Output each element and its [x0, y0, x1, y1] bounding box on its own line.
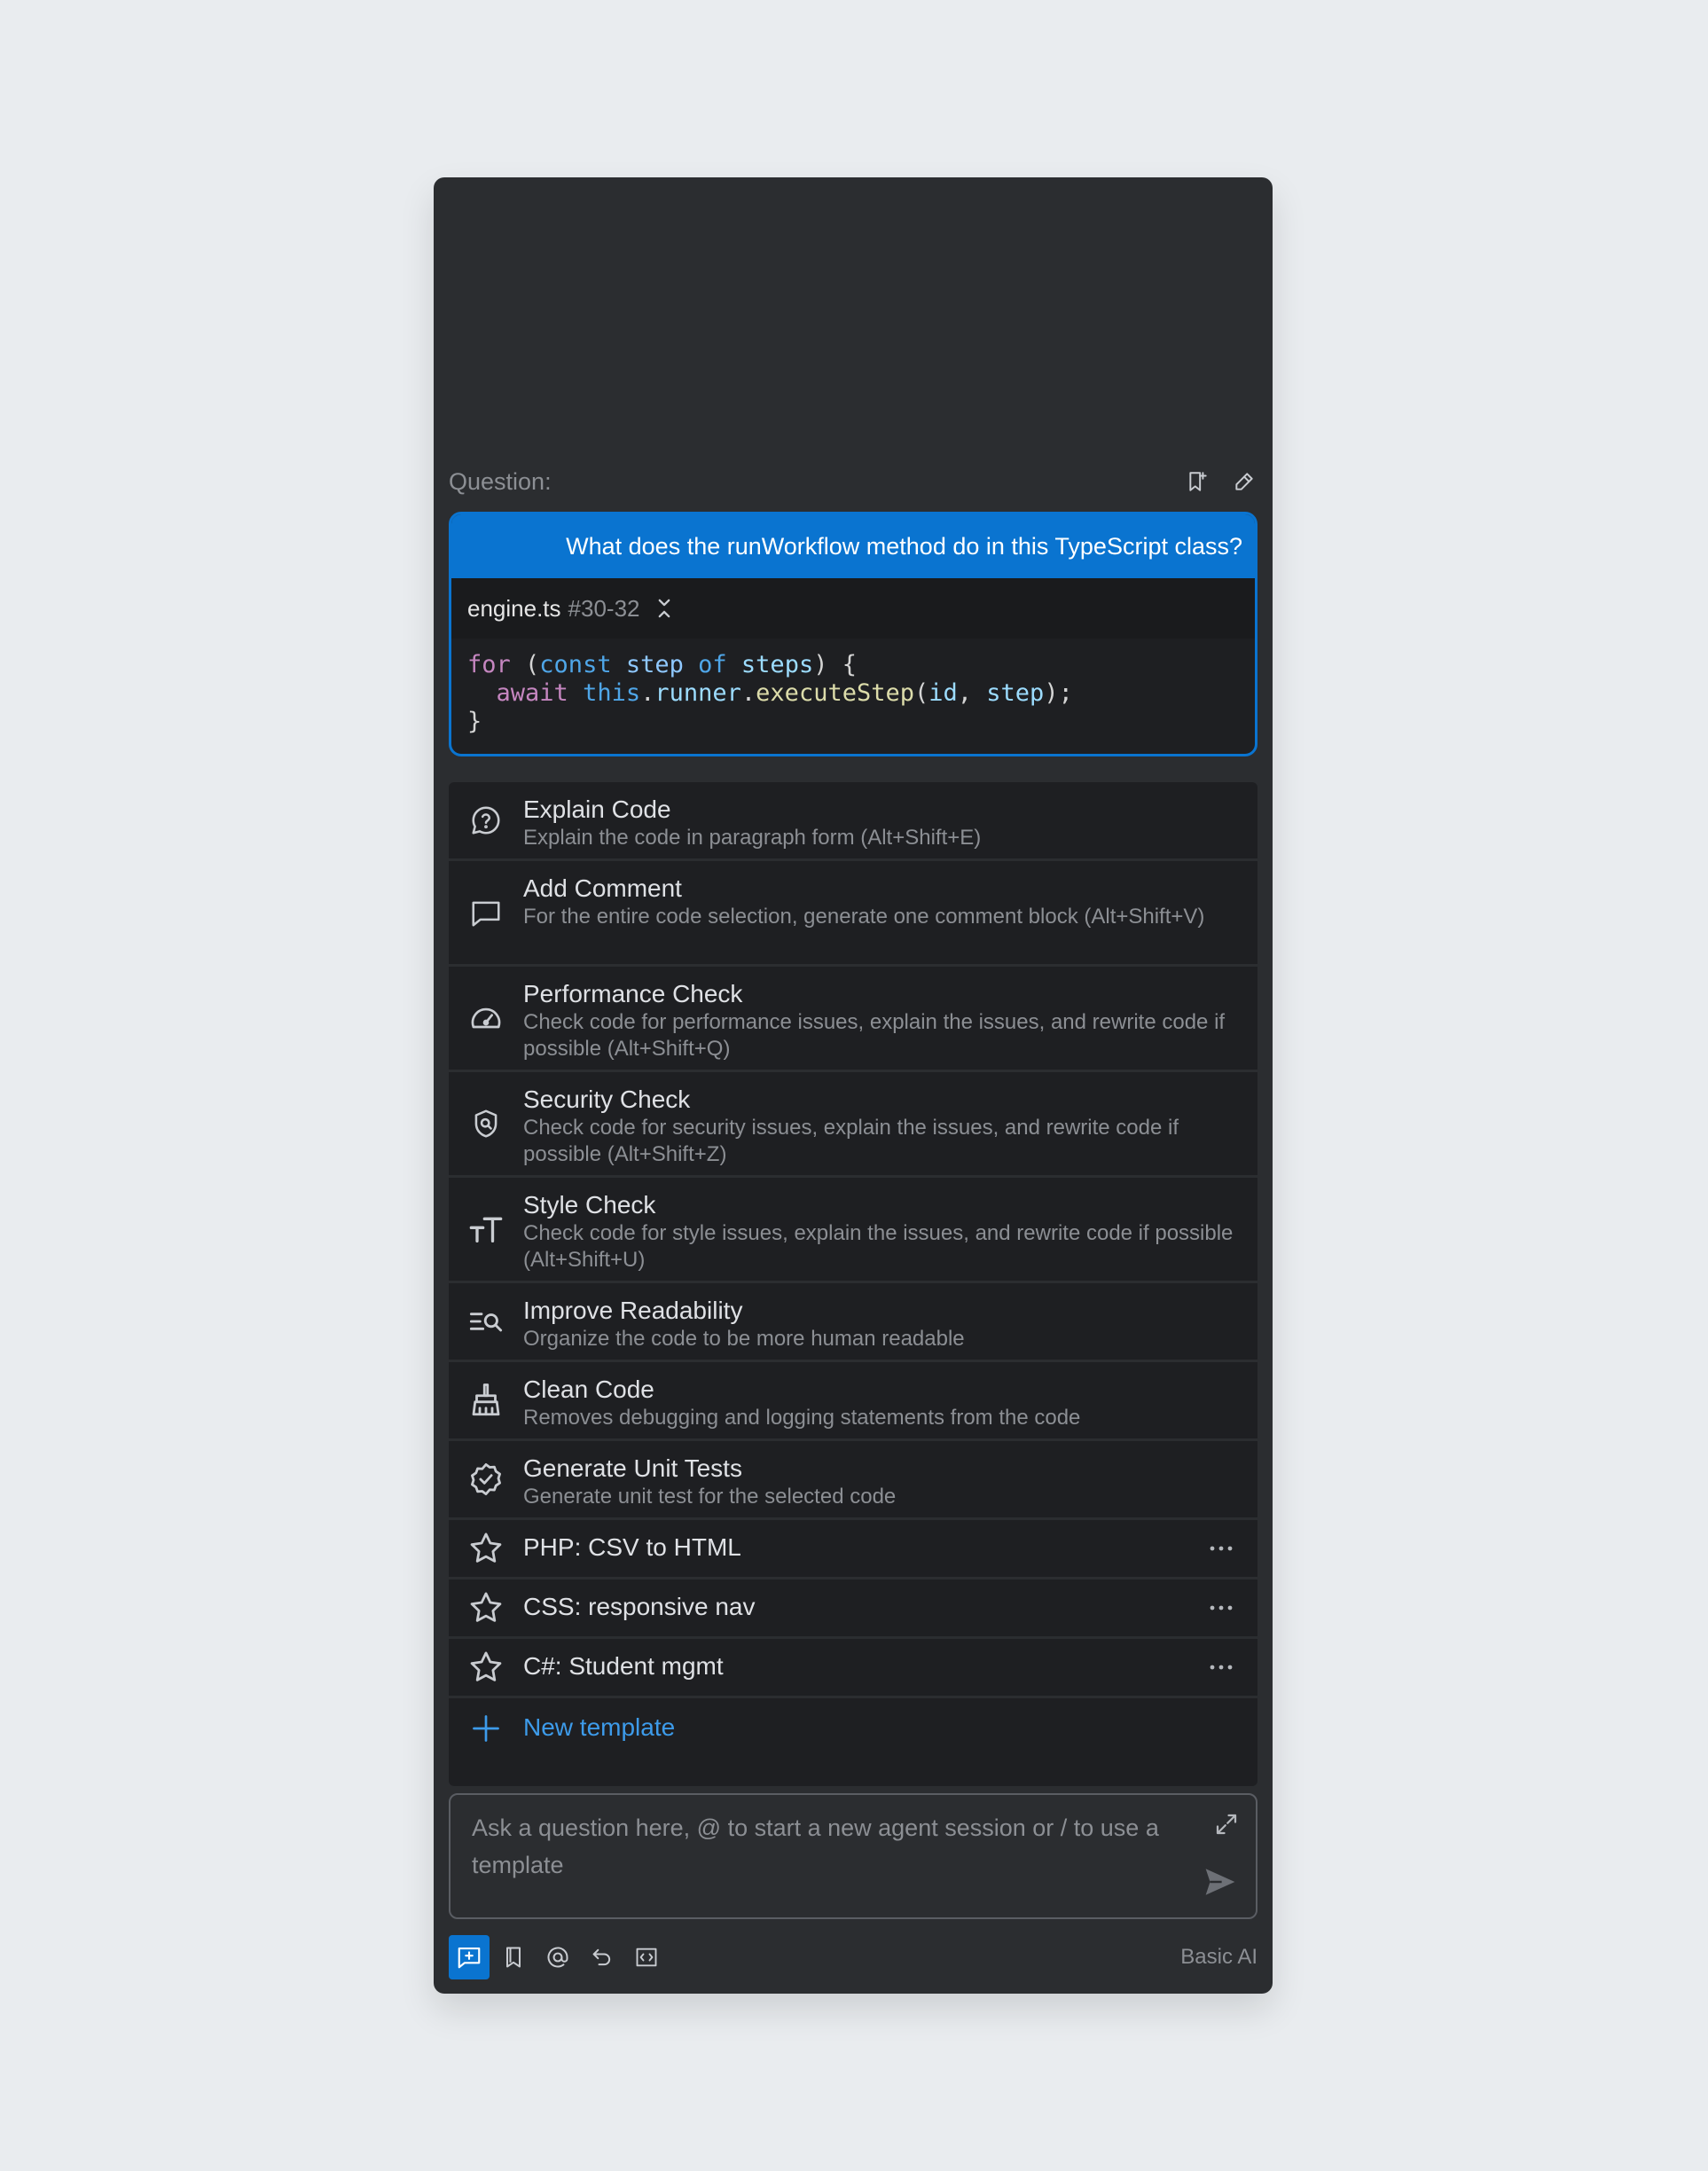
template-text: Generate Unit Tests Generate unit test f… — [523, 1454, 1242, 1510]
question-text: What does the runWorkflow method do in t… — [451, 514, 1255, 578]
template-text: PHP: CSV to HTML — [523, 1532, 1242, 1563]
template-description: Check code for security issues, explain … — [523, 1116, 1179, 1166]
ai-chat-panel: Question: What does the runWorkflow meth… — [434, 177, 1273, 1994]
template-description: Check code for performance issues, expla… — [523, 1010, 1226, 1061]
expand-icon[interactable] — [1213, 1811, 1240, 1838]
template-title: C#: Student mgmt — [523, 1652, 724, 1680]
line-range: #30-32 — [568, 594, 640, 622]
bookmarks-button[interactable] — [493, 1935, 534, 1979]
template-item-security-check[interactable]: Security Check Check code for security i… — [449, 1072, 1257, 1178]
template-title: Generate Unit Tests — [523, 1454, 742, 1482]
question-card: What does the runWorkflow method do in t… — [449, 512, 1257, 756]
custom-template-css-responsive-nav[interactable]: CSS: responsive nav — [449, 1579, 1257, 1639]
template-title: PHP: CSV to HTML — [523, 1533, 741, 1561]
template-title: Add Comment — [523, 874, 682, 902]
collapse-expand-icon[interactable] — [656, 597, 672, 620]
template-item-improve-readability[interactable]: Improve Readability Organize the code to… — [449, 1283, 1257, 1362]
speedometer-icon — [466, 999, 505, 1038]
template-title: Security Check — [523, 1086, 691, 1113]
template-description: Explain the code in paragraph form (Alt+… — [523, 826, 982, 850]
template-title: CSS: responsive nav — [523, 1593, 756, 1620]
template-item-generate-unit-tests[interactable]: Generate Unit Tests Generate unit test f… — [449, 1441, 1257, 1520]
bottom-toolbar: Basic AI — [449, 1934, 1257, 1980]
question-circle-icon — [466, 801, 505, 840]
star-icon — [466, 1588, 505, 1627]
badge-check-icon — [466, 1460, 505, 1499]
template-text: Style Check Check code for style issues,… — [523, 1190, 1242, 1274]
template-text: Improve Readability Organize the code to… — [523, 1296, 1242, 1352]
chat-input-box[interactable]: Ask a question here, @ to start a new ag… — [449, 1793, 1257, 1919]
template-item-explain-code[interactable]: Explain Code Explain the code in paragra… — [449, 782, 1257, 861]
new-chat-icon — [458, 1947, 481, 1969]
template-title: Style Check — [523, 1191, 656, 1219]
list-search-icon — [466, 1302, 505, 1341]
question-label: Question: — [449, 467, 552, 495]
code-snippet: for (const step of steps) { await this.r… — [467, 651, 1073, 735]
template-text: C#: Student mgmt — [523, 1651, 1242, 1681]
template-item-performance-check[interactable]: Performance Check Check code for perform… — [449, 967, 1257, 1072]
new-chat-button[interactable] — [449, 1935, 490, 1979]
template-text: Clean Code Removes debugging and logging… — [523, 1375, 1242, 1431]
template-title: Clean Code — [523, 1375, 654, 1403]
edit-pencil-icon[interactable] — [1231, 468, 1257, 495]
send-icon[interactable] — [1203, 1866, 1238, 1898]
template-list: Explain Code Explain the code in paragra… — [449, 782, 1257, 1786]
template-description: Organize the code to be more human reada… — [523, 1327, 965, 1351]
undo-button[interactable] — [582, 1935, 623, 1979]
code-context-button[interactable] — [626, 1935, 667, 1979]
template-description: Generate unit test for the selected code — [523, 1485, 897, 1509]
mention-agent-button[interactable] — [537, 1935, 578, 1979]
template-description: Check code for style issues, explain the… — [523, 1221, 1234, 1272]
template-text: CSS: responsive nav — [523, 1592, 1242, 1622]
question-actions — [1185, 468, 1257, 495]
custom-template-csharp-student-mgmt[interactable]: C#: Student mgmt — [449, 1639, 1257, 1698]
at-sign-icon — [547, 1947, 568, 1968]
bookmark-icon — [506, 1947, 521, 1968]
template-title: Explain Code — [523, 796, 671, 823]
shield-search-icon — [466, 1104, 505, 1143]
undo-icon — [592, 1948, 611, 1966]
template-text: Add Comment For the entire code selectio… — [523, 874, 1242, 930]
template-description: Removes debugging and logging statements… — [523, 1406, 1081, 1430]
template-title: Performance Check — [523, 980, 743, 1007]
template-text: Security Check Check code for security i… — [523, 1085, 1242, 1168]
star-icon — [466, 1648, 505, 1687]
model-label[interactable]: Basic AI — [1180, 1945, 1257, 1970]
code-file-bar: engine.ts #30-32 — [451, 578, 1255, 639]
template-item-style-check[interactable]: Style Check Check code for style issues,… — [449, 1178, 1257, 1283]
more-options-icon[interactable] — [1208, 1544, 1234, 1553]
plus-icon — [466, 1709, 505, 1748]
chat-input-placeholder: Ask a question here, @ to start a new ag… — [472, 1814, 1159, 1878]
template-description: For the entire code selection, generate … — [523, 905, 1205, 929]
star-icon — [466, 1529, 505, 1568]
template-item-add-comment[interactable]: Add Comment For the entire code selectio… — [449, 861, 1257, 967]
comment-icon — [466, 893, 505, 932]
more-options-icon[interactable] — [1208, 1663, 1234, 1672]
template-text: Explain Code Explain the code in paragra… — [523, 795, 1242, 851]
file-name: engine.ts — [467, 594, 561, 622]
code-file-icon — [636, 1948, 657, 1967]
template-text: Performance Check Check code for perform… — [523, 979, 1242, 1062]
template-item-clean-code[interactable]: Clean Code Removes debugging and logging… — [449, 1362, 1257, 1441]
text-size-icon — [466, 1210, 505, 1249]
template-title: Improve Readability — [523, 1297, 743, 1324]
bookmark-add-icon[interactable] — [1185, 468, 1211, 495]
new-template-button[interactable]: New template — [449, 1698, 1257, 1758]
new-template-label: New template — [523, 1713, 676, 1741]
broom-icon — [466, 1381, 505, 1420]
new-template-text: New template — [523, 1713, 1242, 1743]
more-options-icon[interactable] — [1208, 1603, 1234, 1612]
question-header: Question: — [449, 464, 1257, 499]
custom-template-php-csv-to-html[interactable]: PHP: CSV to HTML — [449, 1520, 1257, 1579]
